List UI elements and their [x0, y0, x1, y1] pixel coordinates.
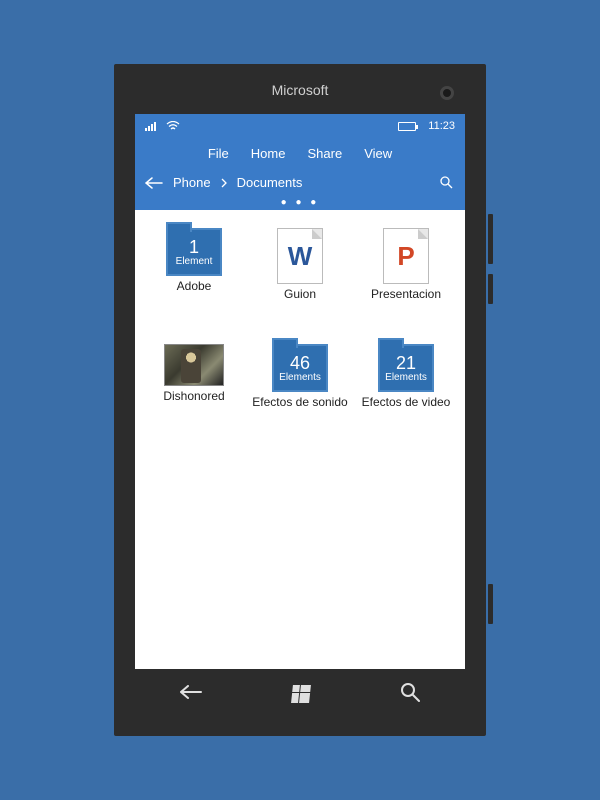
folder-count: 1: [189, 238, 199, 256]
screen: 11:23 File Home Share View Phone Documen…: [135, 114, 465, 669]
item-label: Dishonored: [163, 390, 224, 403]
side-button: [488, 584, 493, 624]
folder-count: 21: [396, 354, 416, 372]
chevron-right-icon: [221, 178, 227, 188]
menu-view[interactable]: View: [364, 146, 392, 161]
doc-letter: W: [288, 241, 313, 272]
folder-count-label: Elements: [385, 372, 427, 383]
item-label: Guion: [284, 288, 316, 301]
more-dots-icon[interactable]: ● ● ●: [135, 200, 465, 210]
camera-dot: [440, 86, 454, 100]
phone-frame: Microsoft 11:23: [110, 60, 490, 740]
folder-icon: 46 Elements: [272, 344, 328, 392]
item-label: Efectos de sonido: [252, 396, 347, 409]
battery-icon: [398, 122, 416, 131]
folder-item[interactable]: 21 Elements Efectos de video: [355, 344, 457, 454]
nav-back-icon[interactable]: [164, 677, 218, 712]
folder-icon: 21 Elements: [378, 344, 434, 392]
item-label: Efectos de video: [362, 396, 451, 409]
file-item[interactable]: W Guion: [249, 228, 351, 338]
wifi-icon: [166, 121, 180, 131]
folder-count-label: Element: [176, 256, 213, 267]
item-label: Adobe: [177, 280, 212, 293]
image-thumbnail: [164, 344, 224, 386]
folder-icon: 1 Element: [166, 228, 222, 276]
side-button: [488, 274, 493, 304]
document-icon: W: [277, 228, 323, 284]
doc-letter: P: [397, 241, 414, 272]
folder-item[interactable]: 1 Element Adobe: [143, 228, 245, 338]
search-icon[interactable]: [439, 175, 453, 192]
folder-count-label: Elements: [279, 372, 321, 383]
menu-share[interactable]: Share: [307, 146, 342, 161]
folder-item[interactable]: 46 Elements Efectos de sonido: [249, 344, 351, 454]
back-arrow-icon[interactable]: [145, 177, 163, 189]
menu-home[interactable]: Home: [251, 146, 286, 161]
phone-brand: Microsoft: [272, 82, 329, 98]
breadcrumb: Phone Documents: [135, 169, 465, 200]
file-grid: 1 Element Adobe W Guion P Presentacion: [135, 210, 465, 669]
item-label: Presentacion: [371, 288, 441, 301]
menu-bar: File Home Share View: [135, 138, 465, 169]
clock: 11:23: [428, 120, 455, 132]
status-bar: 11:23: [135, 114, 465, 138]
file-item[interactable]: Dishonored: [143, 344, 245, 454]
document-icon: P: [383, 228, 429, 284]
file-item[interactable]: P Presentacion: [355, 228, 457, 338]
nav-windows-icon[interactable]: [276, 677, 326, 711]
breadcrumb-current[interactable]: Documents: [237, 175, 303, 190]
breadcrumb-root[interactable]: Phone: [173, 175, 211, 190]
side-button: [488, 214, 493, 264]
nav-search-icon[interactable]: [384, 674, 436, 715]
folder-count: 46: [290, 354, 310, 372]
signal-icon: [145, 121, 156, 131]
phone-nav-bar: [135, 669, 465, 719]
menu-file[interactable]: File: [208, 146, 229, 161]
